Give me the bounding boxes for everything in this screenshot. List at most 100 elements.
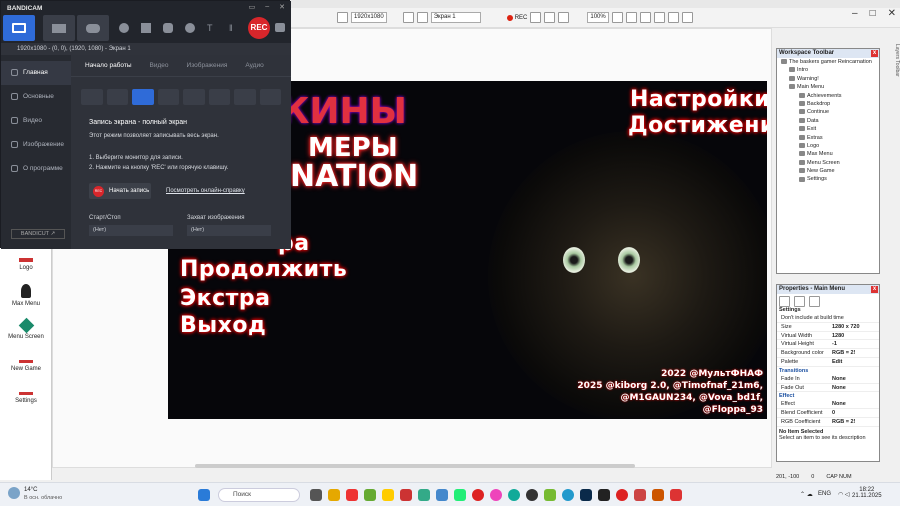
close-icon[interactable]: x [871,286,878,293]
fullscreen-mode-icon[interactable] [132,89,154,105]
tree-child[interactable]: New Game [777,167,879,175]
opera-icon[interactable] [472,489,484,501]
nav-video[interactable]: Видео [1,109,71,133]
rectangle-mode-icon[interactable] [106,89,128,105]
device-mode-icon[interactable] [208,89,230,105]
tree-child[interactable]: Settings [777,175,879,183]
app-icon[interactable] [400,489,412,501]
language-indicator[interactable]: ENG [818,491,831,497]
minimize-icon[interactable]: – [265,3,269,11]
nav-image[interactable]: Изображение [1,133,71,157]
app-icon[interactable] [436,489,448,501]
powerpoint-icon[interactable] [652,489,664,501]
property-row[interactable]: Fade Out None [777,384,879,393]
menu-settings[interactable]: Настройки [630,87,767,112]
photoshop-icon[interactable] [580,489,592,501]
tree-child[interactable]: Data [777,117,879,125]
menu-exit[interactable]: Выход [180,313,266,338]
layers-toolbar-tab[interactable]: Layers Toolbar [881,44,900,104]
menu-extras[interactable]: Экстра [180,286,270,311]
run-icon[interactable] [681,12,693,23]
tree-child[interactable]: Continue [777,108,879,116]
object-menu-screen[interactable]: Menu Screen [0,317,52,340]
hotkey-start-field[interactable]: (Нет) [89,225,173,236]
tab-video[interactable]: Видео [150,62,169,69]
app-icon[interactable] [670,489,682,501]
start-recording-button[interactable]: REC Начать запись [89,183,151,199]
device-mode-button[interactable] [77,15,109,41]
weather-icon[interactable] [8,487,20,499]
back-icon[interactable] [81,89,103,105]
window-mode-icon[interactable] [183,89,205,105]
yandex-icon[interactable] [346,489,358,501]
property-row[interactable]: Background color RGB = 2! [777,349,879,358]
close-icon[interactable]: ✕ [279,3,285,11]
object-logo[interactable]: Logo [0,258,52,271]
hand-icon[interactable] [611,12,623,23]
minimize-icon[interactable]: – [852,8,858,20]
tree-child[interactable]: Extras [777,134,879,142]
tree-child[interactable]: Logo [777,142,879,150]
camera-icon[interactable] [275,23,285,32]
maximize-icon[interactable]: □ [870,8,876,20]
horizontal-scrollbar[interactable] [195,464,635,468]
nav-home[interactable]: Главная [1,61,71,85]
app-icon[interactable] [634,489,646,501]
app-icon[interactable] [544,489,556,501]
resolution-field[interactable]: 1920x1080 [351,12,387,23]
tree-item[interactable]: Main Menu [777,83,879,91]
property-row[interactable]: RGB Coefficient RGB = 2! [777,418,879,427]
property-row[interactable]: Size 1280 x 720 [777,323,879,332]
menu-achievements[interactable]: Достижения [628,113,767,138]
text-icon[interactable]: T [207,23,217,33]
close-icon[interactable]: x [871,50,878,57]
telegram-icon[interactable] [562,489,574,501]
grid-icon[interactable] [625,12,637,23]
app-icon[interactable] [364,489,376,501]
property-row[interactable]: Fade In None [777,375,879,384]
tree-child[interactable]: Menu Screen [777,159,879,167]
tree-child[interactable]: Max Menu [777,150,879,158]
app-icon[interactable] [598,489,610,501]
pause-icon[interactable]: ‖ [229,23,239,33]
webcam-icon[interactable] [119,23,129,33]
tray-icons[interactable]: ⌃ ☁ [800,491,813,498]
nav-about[interactable]: О программе [1,157,71,181]
pencil-icon[interactable] [544,12,556,23]
screen-icon[interactable] [337,12,348,23]
help-link[interactable]: Посмотреть онлайн-справку [166,188,245,194]
zoom-field[interactable]: 100% [587,12,609,23]
tree-child[interactable]: Achievements [777,92,879,100]
tree-child[interactable]: Exit [777,125,879,133]
tab-audio[interactable]: Аудио [245,62,263,69]
camera-icon[interactable] [530,12,542,23]
start-icon[interactable] [198,489,210,501]
gamepad-mode-icon[interactable] [234,89,256,105]
menu-continue[interactable]: Продолжить [180,257,347,282]
lock-icon[interactable] [667,12,679,23]
bandicut-button[interactable]: BANDICUT ↗ [11,229,65,239]
screen-select[interactable]: Экран 1 [430,12,481,23]
tree-root[interactable]: The baskers gamer Reincarnation [777,58,879,66]
cursor-mode-icon[interactable] [157,89,179,105]
dont-include-checkbox[interactable]: Don't include at build time [777,314,879,323]
app-icon[interactable] [454,489,466,501]
app-icon[interactable] [328,489,340,501]
mic-icon[interactable] [163,23,173,33]
hotkey-capture-field[interactable]: (Нет) [187,225,271,236]
align-icon[interactable] [639,12,651,23]
object-new-game[interactable]: New Game [0,360,52,372]
layer-icon[interactable] [653,12,665,23]
folder-icon[interactable]: ▭ [249,3,256,11]
edge-icon[interactable] [508,489,520,501]
property-row[interactable]: Palette Edit [777,358,879,367]
object-settings[interactable]: Settings [0,392,52,404]
object-max-menu[interactable]: Max Menu [0,284,52,307]
property-row[interactable]: Effect None [777,400,879,410]
tree-child[interactable]: Backdrop [777,100,879,108]
clock[interactable]: 18:22 21.11.2025 [852,487,882,499]
events-tab-icon[interactable] [809,296,820,307]
speaker-icon[interactable] [141,23,151,33]
property-row[interactable]: Blend Coefficient 0 [777,409,879,418]
screen-mode-button[interactable] [3,15,35,41]
